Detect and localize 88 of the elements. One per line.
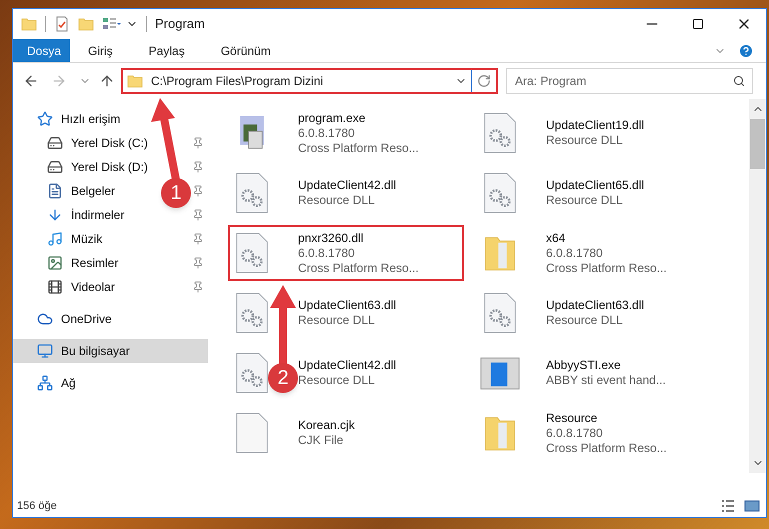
network-icon [37, 375, 53, 391]
view-list-icon[interactable] [102, 16, 122, 32]
document-icon [47, 183, 63, 199]
maximize-icon[interactable] [692, 18, 704, 30]
file-detail: 6.0.8.1780 [298, 126, 356, 140]
up-icon[interactable] [99, 73, 115, 89]
nav-item[interactable]: Yerel Disk (D:) [47, 158, 148, 176]
file-detail: 6.0.8.1780 [298, 246, 356, 260]
file-name[interactable]: AbbyySTI.exe [546, 358, 666, 373]
scrollbar[interactable] [749, 99, 766, 473]
file-name[interactable]: x64 [546, 230, 667, 246]
film-icon [47, 279, 63, 295]
nav-item[interactable]: OneDrive [13, 307, 208, 331]
monitor-icon [37, 343, 53, 359]
gear-file-icon [235, 232, 269, 274]
gear-file-icon [235, 172, 269, 214]
search-icon[interactable] [733, 75, 745, 87]
pin-icon[interactable] [192, 161, 204, 173]
file-detail: Resource DLL [546, 133, 624, 148]
nav-item[interactable]: Ağ [13, 371, 208, 395]
file-detail: Resource DLL [298, 193, 376, 208]
cloud-icon [37, 311, 53, 327]
file-name[interactable]: UpdateClient65.dll [546, 178, 644, 193]
file-name[interactable]: program.exe [298, 110, 419, 126]
gear-file-icon [235, 292, 269, 334]
details-view-icon[interactable] [720, 498, 736, 514]
window-icon [480, 356, 520, 390]
pin-icon[interactable] [192, 137, 204, 149]
star-icon [37, 111, 53, 127]
file-name[interactable]: UpdateClient42.dll [298, 178, 396, 193]
search-field[interactable]: Ara: Program [506, 68, 753, 94]
file-name[interactable]: UpdateClient42.dll [298, 358, 396, 373]
file-detail: Resource DLL [298, 313, 376, 328]
download-icon [47, 207, 63, 223]
address-bar[interactable]: C:\Program Files\Program Dizini [123, 70, 472, 92]
file-name[interactable]: UpdateClient63.dll [546, 298, 644, 313]
file-detail: ABBY sti event hand... [546, 373, 666, 388]
folder-icon [21, 16, 37, 32]
nav-item[interactable]: Bu bilgisayar [13, 339, 208, 363]
help-icon[interactable] [738, 42, 754, 58]
file-detail: 6.0.8.1780 [546, 246, 604, 260]
ribbon-tab[interactable]: Görünüm [206, 39, 285, 62]
nav-item[interactable]: İndirmeler [47, 206, 124, 224]
nav-item[interactable]: Hızlı erişim [13, 107, 208, 131]
file-detail: Resource DLL [546, 313, 624, 328]
pin-icon[interactable] [192, 209, 204, 221]
pin-icon[interactable] [192, 281, 204, 293]
window-title: Program [155, 15, 206, 34]
item-count: 156 öğe [17, 498, 58, 514]
nav-item[interactable]: Resimler [47, 254, 118, 272]
gear-file-icon [483, 292, 517, 334]
gear-file-icon [483, 172, 517, 214]
gear-file-icon [483, 112, 517, 154]
nav-item[interactable]: Müzik [47, 230, 102, 248]
properties-icon[interactable] [54, 16, 70, 32]
gear-file-icon [235, 352, 269, 394]
file-name[interactable]: pnxr3260.dll [298, 230, 419, 246]
file-detail: Cross Platform Reso... [546, 440, 667, 456]
pin-icon[interactable] [192, 185, 204, 197]
folder-icon [127, 73, 143, 89]
pin-icon[interactable] [192, 257, 204, 269]
pin-icon[interactable] [192, 233, 204, 245]
music-note-icon [47, 231, 63, 247]
nav-item[interactable]: Belgeler [47, 182, 116, 200]
nav-item[interactable]: Videolar [47, 278, 115, 296]
refresh-icon[interactable] [477, 74, 491, 88]
file-detail: Cross Platform Reso... [546, 260, 667, 276]
file-detail: 6.0.8.1780 [546, 426, 604, 440]
file-name[interactable]: UpdateClient63.dll [298, 298, 396, 313]
file-icon [235, 412, 269, 454]
ribbon-tab[interactable]: Giriş [74, 39, 127, 62]
file-detail: Resource DLL [546, 193, 624, 208]
drive-icon [47, 159, 63, 175]
ribbon-tab[interactable]: Paylaş [134, 39, 199, 62]
large-icons-view-icon[interactable] [744, 498, 760, 514]
file-name[interactable]: Korean.cjk [298, 418, 355, 433]
file-name[interactable]: Resource [546, 410, 667, 426]
file-detail: Cross Platform Reso... [298, 260, 419, 276]
back-icon[interactable] [23, 73, 39, 89]
file-detail: CJK File [298, 433, 344, 448]
ribbon-tab[interactable]: Dosya [13, 39, 70, 62]
file-detail: Cross Platform Reso... [298, 140, 419, 156]
nav-item[interactable]: Yerel Disk (C:) [47, 134, 148, 152]
file-name[interactable]: UpdateClient19.dll [546, 118, 644, 133]
drive-icon [47, 135, 63, 151]
file-detail: Resource DLL [298, 373, 376, 388]
scrollbar-thumb[interactable] [750, 119, 765, 169]
picture-icon [47, 255, 63, 271]
